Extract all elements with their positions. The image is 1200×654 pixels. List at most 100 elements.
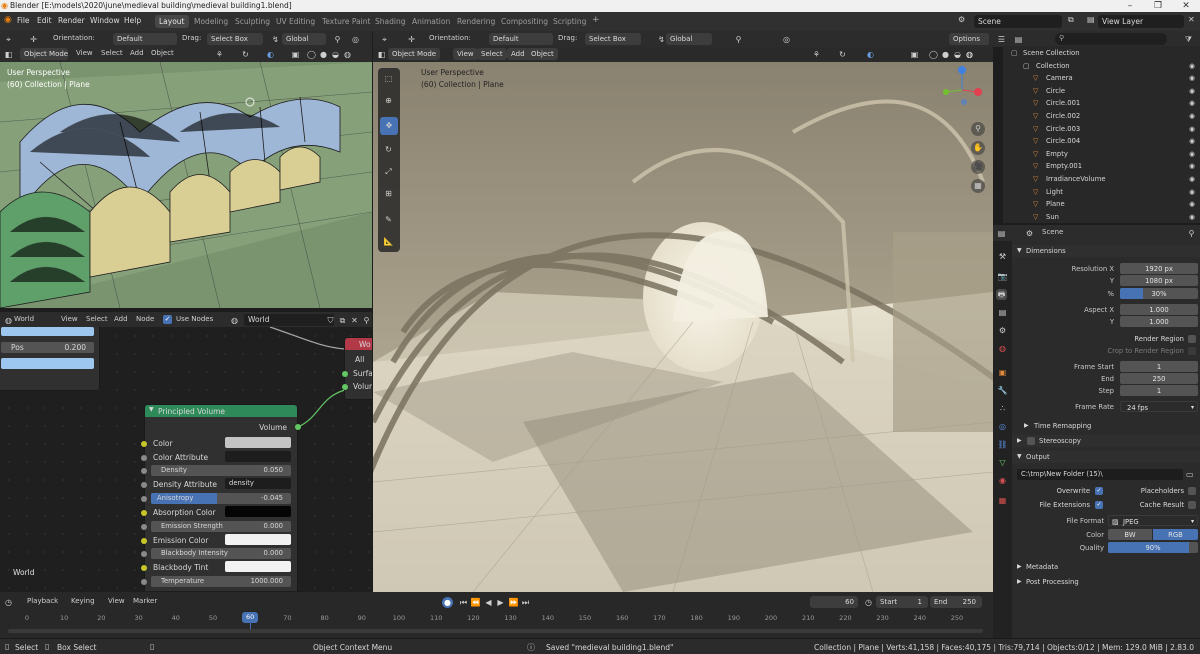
outliner-item[interactable]: ▽ Empty ◉ (1003, 148, 1200, 161)
menu-object[interactable]: Object (151, 49, 174, 57)
aspect-x-field[interactable]: 1.000 (1120, 304, 1198, 315)
crop-region-checkbox[interactable] (1188, 347, 1196, 355)
surface-socket[interactable] (342, 371, 348, 377)
use-nodes-checkbox[interactable]: ✓ (163, 315, 172, 324)
unlink-world-icon[interactable]: ✕ (349, 315, 360, 326)
tab-sculpting[interactable]: Sculpting (231, 15, 274, 28)
menu-marker[interactable]: Marker (133, 597, 157, 605)
close-window-button[interactable]: ✕ (1172, 0, 1200, 12)
data-tab-icon[interactable]: ▽ (997, 457, 1008, 468)
metadata-header[interactable]: ▶ Metadata (1012, 561, 1200, 573)
outliner-item[interactable]: ▽ Camera ◉ (1003, 72, 1200, 85)
xray-toggle-icon[interactable]: ▣ (290, 49, 301, 60)
output-path-field[interactable]: C:\tmp\New Folder (15)\ (1017, 469, 1183, 480)
remove-view-layer-icon[interactable]: ✕ (1188, 15, 1195, 24)
menu-view[interactable]: View (108, 597, 125, 605)
render-region-checkbox[interactable] (1188, 335, 1196, 343)
minimize-button[interactable]: – (1116, 0, 1144, 12)
outliner-item[interactable]: ▽ Plane ◉ (1003, 198, 1200, 211)
visibility-eye-icon[interactable]: ◉ (1189, 160, 1195, 173)
mode-dropdown[interactable]: Object Mode (20, 48, 68, 60)
menu-add[interactable]: Add (130, 49, 144, 57)
transform-orientation-icon[interactable]: ↯ (270, 34, 281, 45)
camera-view-icon[interactable]: 🎥 (971, 160, 985, 174)
outliner-item[interactable]: ▽ Light ◉ (1003, 186, 1200, 199)
left-3d-viewport[interactable]: User Perspective (60) Collection | Plane (0, 62, 372, 308)
editor-type-icon[interactable]: ◧ (3, 49, 14, 60)
shading-material-icon[interactable]: ◒ (330, 49, 341, 60)
absorption-color-socket[interactable] (141, 510, 147, 516)
move-gizmo-icon[interactable]: ✛ (28, 34, 39, 45)
physics-tab-icon[interactable]: ◎ (997, 421, 1008, 432)
node-editor-canvas[interactable]: Pos 0.200 Wo All Surfac Volum ▼ Principl… (0, 327, 372, 591)
world-output-node[interactable]: Wo All Surfac Volum (342, 337, 372, 400)
drag-dropdown[interactable]: Select Box (585, 33, 641, 45)
proportional-edit-icon[interactable]: ◎ (350, 34, 361, 45)
filter-icon[interactable]: ⧩ (1183, 34, 1194, 45)
visibility-eye-icon[interactable]: ◉ (1189, 123, 1195, 136)
record-icon[interactable]: ● (442, 597, 453, 608)
preview-range-icon[interactable]: ◷ (863, 597, 874, 608)
visibility-eye-icon[interactable]: ◉ (1189, 198, 1195, 211)
density-attribute-socket[interactable] (141, 482, 147, 488)
editor-type-icon[interactable]: ◧ (376, 49, 387, 60)
ramp-gradient[interactable] (1, 327, 94, 336)
mode-dropdown[interactable]: Object Mode (388, 48, 440, 60)
jump-keyframe-back-icon[interactable]: ⏪ (470, 597, 481, 608)
menu-view[interactable]: View (453, 48, 478, 60)
particles-tab-icon[interactable]: ∴ (997, 403, 1008, 414)
density-attribute-field[interactable]: density (225, 478, 291, 489)
tab-modeling[interactable]: Modeling (190, 15, 232, 28)
view-object-types-icon[interactable]: ⚘ (214, 49, 225, 60)
outliner-item[interactable]: ▽ Circle.003 ◉ (1003, 123, 1200, 136)
outliner-item[interactable]: ▽ Circle.001 ◉ (1003, 97, 1200, 110)
properties-editor-icon[interactable]: ▤ (996, 228, 1007, 239)
tab-animation[interactable]: Animation (408, 15, 454, 28)
emission-strength-field[interactable]: Emission Strength 0.000 (151, 521, 291, 532)
select-tool-icon[interactable]: ⌖ (3, 34, 14, 45)
overwrite-checkbox[interactable]: ✓ (1095, 487, 1103, 495)
drag-dropdown[interactable]: Select Box (207, 33, 263, 45)
play-icon[interactable]: ▶ (495, 597, 506, 608)
view-layer-icon[interactable]: ▤ (1087, 15, 1095, 24)
zoom-icon[interactable]: ⚲ (971, 122, 985, 136)
blender-menu-icon[interactable]: ◉ (4, 15, 12, 25)
end-frame-field[interactable]: End 250 (930, 596, 982, 608)
overlays-toggle-icon[interactable]: ◐ (865, 49, 876, 60)
tab-scripting[interactable]: Scripting (549, 15, 590, 28)
stereoscopy-header[interactable]: ▶ Stereoscopy (1012, 435, 1200, 447)
start-frame-field[interactable]: Start 1 (876, 596, 928, 608)
menu-add[interactable]: Add (114, 315, 128, 323)
resolution-x-field[interactable]: 1920 px (1120, 263, 1198, 274)
options-dropdown[interactable]: Options (949, 33, 989, 45)
shading-material-icon[interactable]: ◒ (952, 49, 963, 60)
render-tab-icon[interactable]: 📷 (997, 271, 1008, 282)
world-name-field[interactable]: World (244, 314, 334, 326)
xray-toggle-icon[interactable]: ▣ (909, 49, 920, 60)
anisotropy-field[interactable]: Anisotropy -0.045 (151, 493, 291, 504)
principled-volume-node[interactable]: ▼ Principled Volume Volume Color Color A… (141, 404, 301, 591)
transform-dropdown[interactable]: Global (282, 33, 326, 45)
add-workspace-icon[interactable]: + (592, 15, 600, 25)
view-layer-tab-icon[interactable]: ▤ (997, 307, 1008, 318)
quality-slider[interactable]: 90% (1108, 542, 1198, 553)
menu-select[interactable]: Select (477, 48, 507, 60)
menu-render[interactable]: Render (58, 16, 85, 25)
menu-object[interactable]: Object (527, 48, 558, 60)
cursor-tool-icon[interactable]: ⊕ (383, 95, 394, 106)
output-panel-header[interactable]: ▼ Output (1012, 451, 1200, 463)
world-browse-icon[interactable]: ◍ (229, 315, 240, 326)
color-attribute-field[interactable] (225, 451, 291, 462)
frame-step-field[interactable]: 1 (1120, 385, 1198, 396)
orientation-dropdown[interactable]: Default (489, 33, 553, 45)
timeline-scrollbar[interactable] (8, 629, 983, 633)
texture-tab-icon[interactable]: ▦ (997, 495, 1008, 506)
tab-layout[interactable]: Layout (155, 15, 189, 28)
post-processing-header[interactable]: ▶ Post Processing (1012, 576, 1200, 588)
visibility-eye-icon[interactable]: ◉ (1189, 110, 1195, 123)
frame-rate-dropdown[interactable]: 24 fps ▾ (1120, 401, 1198, 412)
absorption-color-swatch[interactable] (225, 506, 291, 517)
outliner-item[interactable]: ▽ Circle.004 ◉ (1003, 135, 1200, 148)
orientation-dropdown[interactable]: Default (113, 33, 177, 45)
menu-playback[interactable]: Playback (27, 597, 58, 605)
